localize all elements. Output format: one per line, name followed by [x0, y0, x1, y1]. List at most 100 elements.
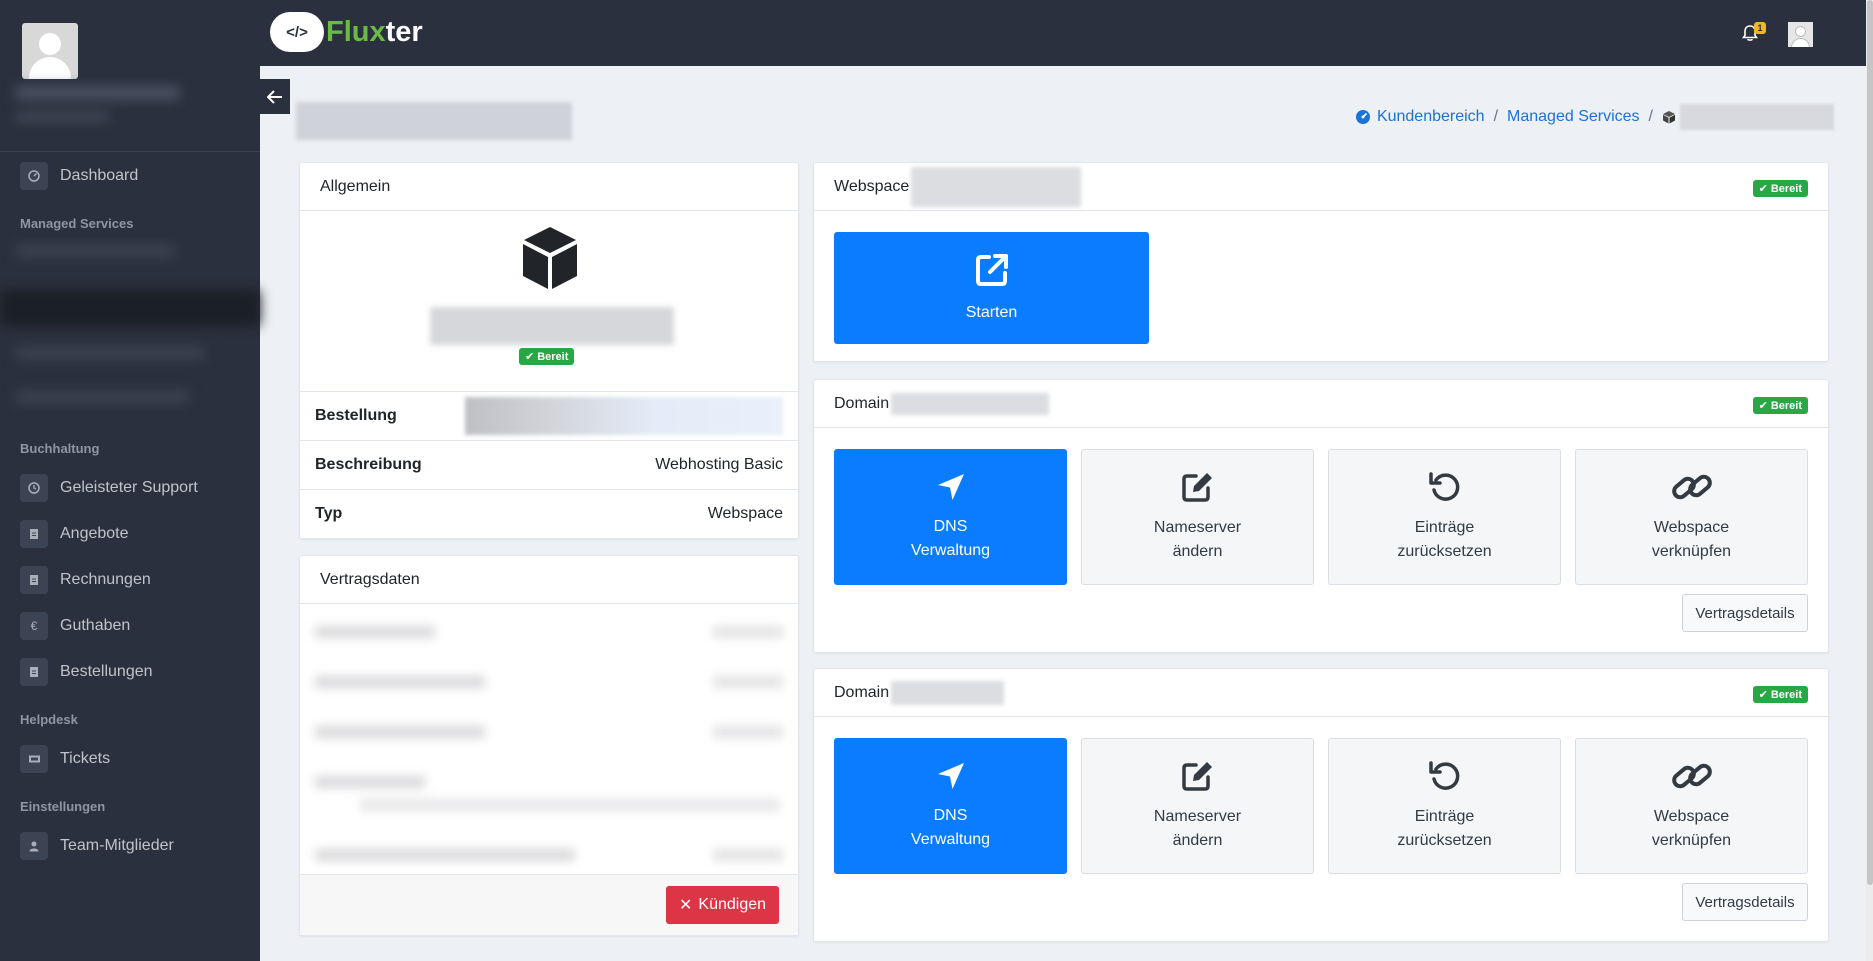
status-badge: ✔ Bereit	[1752, 180, 1808, 197]
link-webspace-button[interactable]: Webspace verknüpfen	[1575, 738, 1808, 874]
sidebar: Dashboard Managed Services Buchhaltung G…	[0, 0, 260, 961]
contract-details-redacted	[300, 604, 798, 874]
sidebar-item-team[interactable]: Team-Mitglieder	[20, 832, 174, 860]
domain-card-1: Domain ✔ Bereit DNS Verwaltung Nameserver…	[813, 379, 1829, 653]
sidebar-item-label: Angebote	[60, 525, 129, 542]
user-name-redacted	[15, 86, 180, 100]
sidebar-item-label: Guthaben	[60, 617, 131, 634]
domain-card-header: Domain ✔ Bereit	[814, 669, 1828, 717]
general-card-header: Allgemein	[300, 163, 798, 211]
webspace-card-header: Webspace ✔ Bereit	[814, 163, 1828, 211]
sidebar-item-dashboard[interactable]: Dashboard	[20, 162, 138, 190]
reset-entries-button[interactable]: Einträge zurücksetzen	[1328, 738, 1561, 874]
document-icon	[20, 658, 48, 686]
user-icon	[20, 832, 48, 860]
undo-icon	[1428, 472, 1459, 501]
general-card-body: ✔ Bereit	[300, 211, 798, 391]
breadcrumb-separator: /	[1493, 108, 1499, 125]
sidebar-item-rechnungen[interactable]: Rechnungen	[20, 566, 151, 594]
contract-details-button[interactable]: Vertragsdetails	[1682, 594, 1808, 632]
edit-icon	[1181, 473, 1212, 502]
contract-card: Vertragsdaten ✕ Kündigen	[299, 555, 799, 936]
avatar[interactable]	[22, 23, 78, 79]
check-icon: ✔	[525, 351, 535, 363]
breadcrumb: Kundenbereich / Managed Services /	[1355, 104, 1834, 130]
domain-card-header: Domain ✔ Bereit	[814, 380, 1828, 428]
check-icon: ✔	[1758, 400, 1768, 412]
location-arrow-icon	[937, 763, 964, 789]
status-badge: ✔ Bereit	[519, 348, 575, 365]
check-icon: ✔	[1758, 689, 1768, 701]
sidebar-item-label: Tickets	[60, 750, 111, 767]
order-link-redacted[interactable]	[465, 397, 783, 435]
user-email-redacted	[15, 112, 110, 122]
section-buchhaltung: Buchhaltung	[20, 441, 100, 456]
breadcrumb-current-redacted	[1680, 104, 1834, 130]
domain-name-redacted	[891, 680, 1005, 705]
notification-badge: 1	[1754, 22, 1766, 34]
contract-card-footer: ✕ Kündigen	[300, 874, 798, 935]
sidebar-item-guthaben[interactable]: € Guthaben	[20, 612, 130, 640]
domain-card-2: Domain ✔ Bereit DNS Verwaltung Nameserver…	[813, 668, 1829, 942]
status-badge: ✔ Bereit	[1752, 686, 1808, 703]
sidebar-item-tickets[interactable]: Tickets	[20, 745, 110, 773]
sidebar-profile	[0, 0, 260, 152]
change-nameserver-button[interactable]: Nameserver ändern	[1081, 738, 1314, 874]
document-icon	[20, 520, 48, 548]
card-title: Domain	[834, 683, 890, 701]
dns-management-button[interactable]: DNS Verwaltung	[834, 738, 1067, 874]
link-webspace-button[interactable]: Webspace verknüpfen	[1575, 449, 1808, 585]
sidebar-item-label: Geleisteter Support	[60, 479, 198, 496]
card-title: Allgemein	[320, 177, 391, 195]
webspace-name-redacted	[911, 166, 1082, 207]
page-title-redacted	[296, 102, 572, 140]
external-link-icon	[975, 254, 1008, 286]
general-card: Allgemein ✔ Bereit Bestellung Beschreibun…	[299, 162, 799, 539]
card-title: Domain	[834, 394, 890, 412]
sidebar-item-support[interactable]: Geleisteter Support	[20, 474, 198, 502]
ticket-icon	[20, 745, 48, 773]
user-menu-avatar[interactable]	[1788, 22, 1813, 47]
sidebar-item-label: Team-Mitglieder	[60, 837, 174, 854]
domain-name-redacted	[891, 392, 1050, 415]
brand-logo[interactable]: </> Fluxter	[270, 12, 423, 52]
arrow-left-icon	[267, 89, 282, 104]
change-nameserver-button[interactable]: Nameserver ändern	[1081, 449, 1314, 585]
section-managed-services: Managed Services	[20, 216, 134, 231]
status-badge: ✔ Bereit	[1752, 397, 1808, 414]
close-icon: ✕	[678, 897, 693, 914]
dashboard-icon	[20, 162, 48, 190]
location-arrow-icon	[937, 474, 964, 500]
contract-card-header: Vertragsdaten	[300, 556, 798, 604]
section-helpdesk: Helpdesk	[20, 712, 78, 727]
brand-name: Fluxter	[326, 15, 423, 48]
scrollbar-thumb[interactable]	[1867, 0, 1873, 885]
document-icon	[20, 566, 48, 594]
sidebar-item-label: Rechnungen	[60, 571, 151, 588]
clock-icon	[20, 474, 48, 502]
cube-icon	[523, 227, 577, 289]
service-name-redacted	[430, 307, 674, 345]
sidebar-item-angebote[interactable]: Angebote	[20, 520, 129, 548]
card-title: Vertragsdaten	[320, 570, 420, 588]
managed-services-list-redacted	[0, 238, 260, 413]
start-webspace-button[interactable]: Starten	[834, 232, 1149, 344]
contract-details-button[interactable]: Vertragsdetails	[1682, 883, 1808, 921]
info-row-typ: Typ Webspace	[300, 489, 798, 538]
info-row-beschreibung: Beschreibung Webhosting Basic	[300, 440, 798, 489]
undo-icon	[1428, 761, 1459, 790]
sidebar-item-bestellungen[interactable]: Bestellungen	[20, 658, 153, 686]
cancel-contract-button[interactable]: ✕ Kündigen	[666, 886, 779, 924]
section-einstellungen: Einstellungen	[20, 799, 106, 814]
link-icon	[1671, 474, 1712, 500]
collapse-sidebar-button[interactable]	[260, 79, 290, 114]
dns-management-button[interactable]: DNS Verwaltung	[834, 449, 1067, 585]
cube-icon	[1663, 111, 1675, 124]
breadcrumb-separator: /	[1648, 108, 1653, 125]
breadcrumb-home-link[interactable]: Kundenbereich	[1377, 108, 1485, 126]
card-title: Webspace	[834, 177, 910, 195]
reset-entries-button[interactable]: Einträge zurücksetzen	[1328, 449, 1561, 585]
sidebar-item-label: Bestellungen	[60, 663, 153, 680]
breadcrumb-section-link[interactable]: Managed Services	[1507, 108, 1640, 126]
code-cloud-icon: </>	[270, 12, 324, 52]
